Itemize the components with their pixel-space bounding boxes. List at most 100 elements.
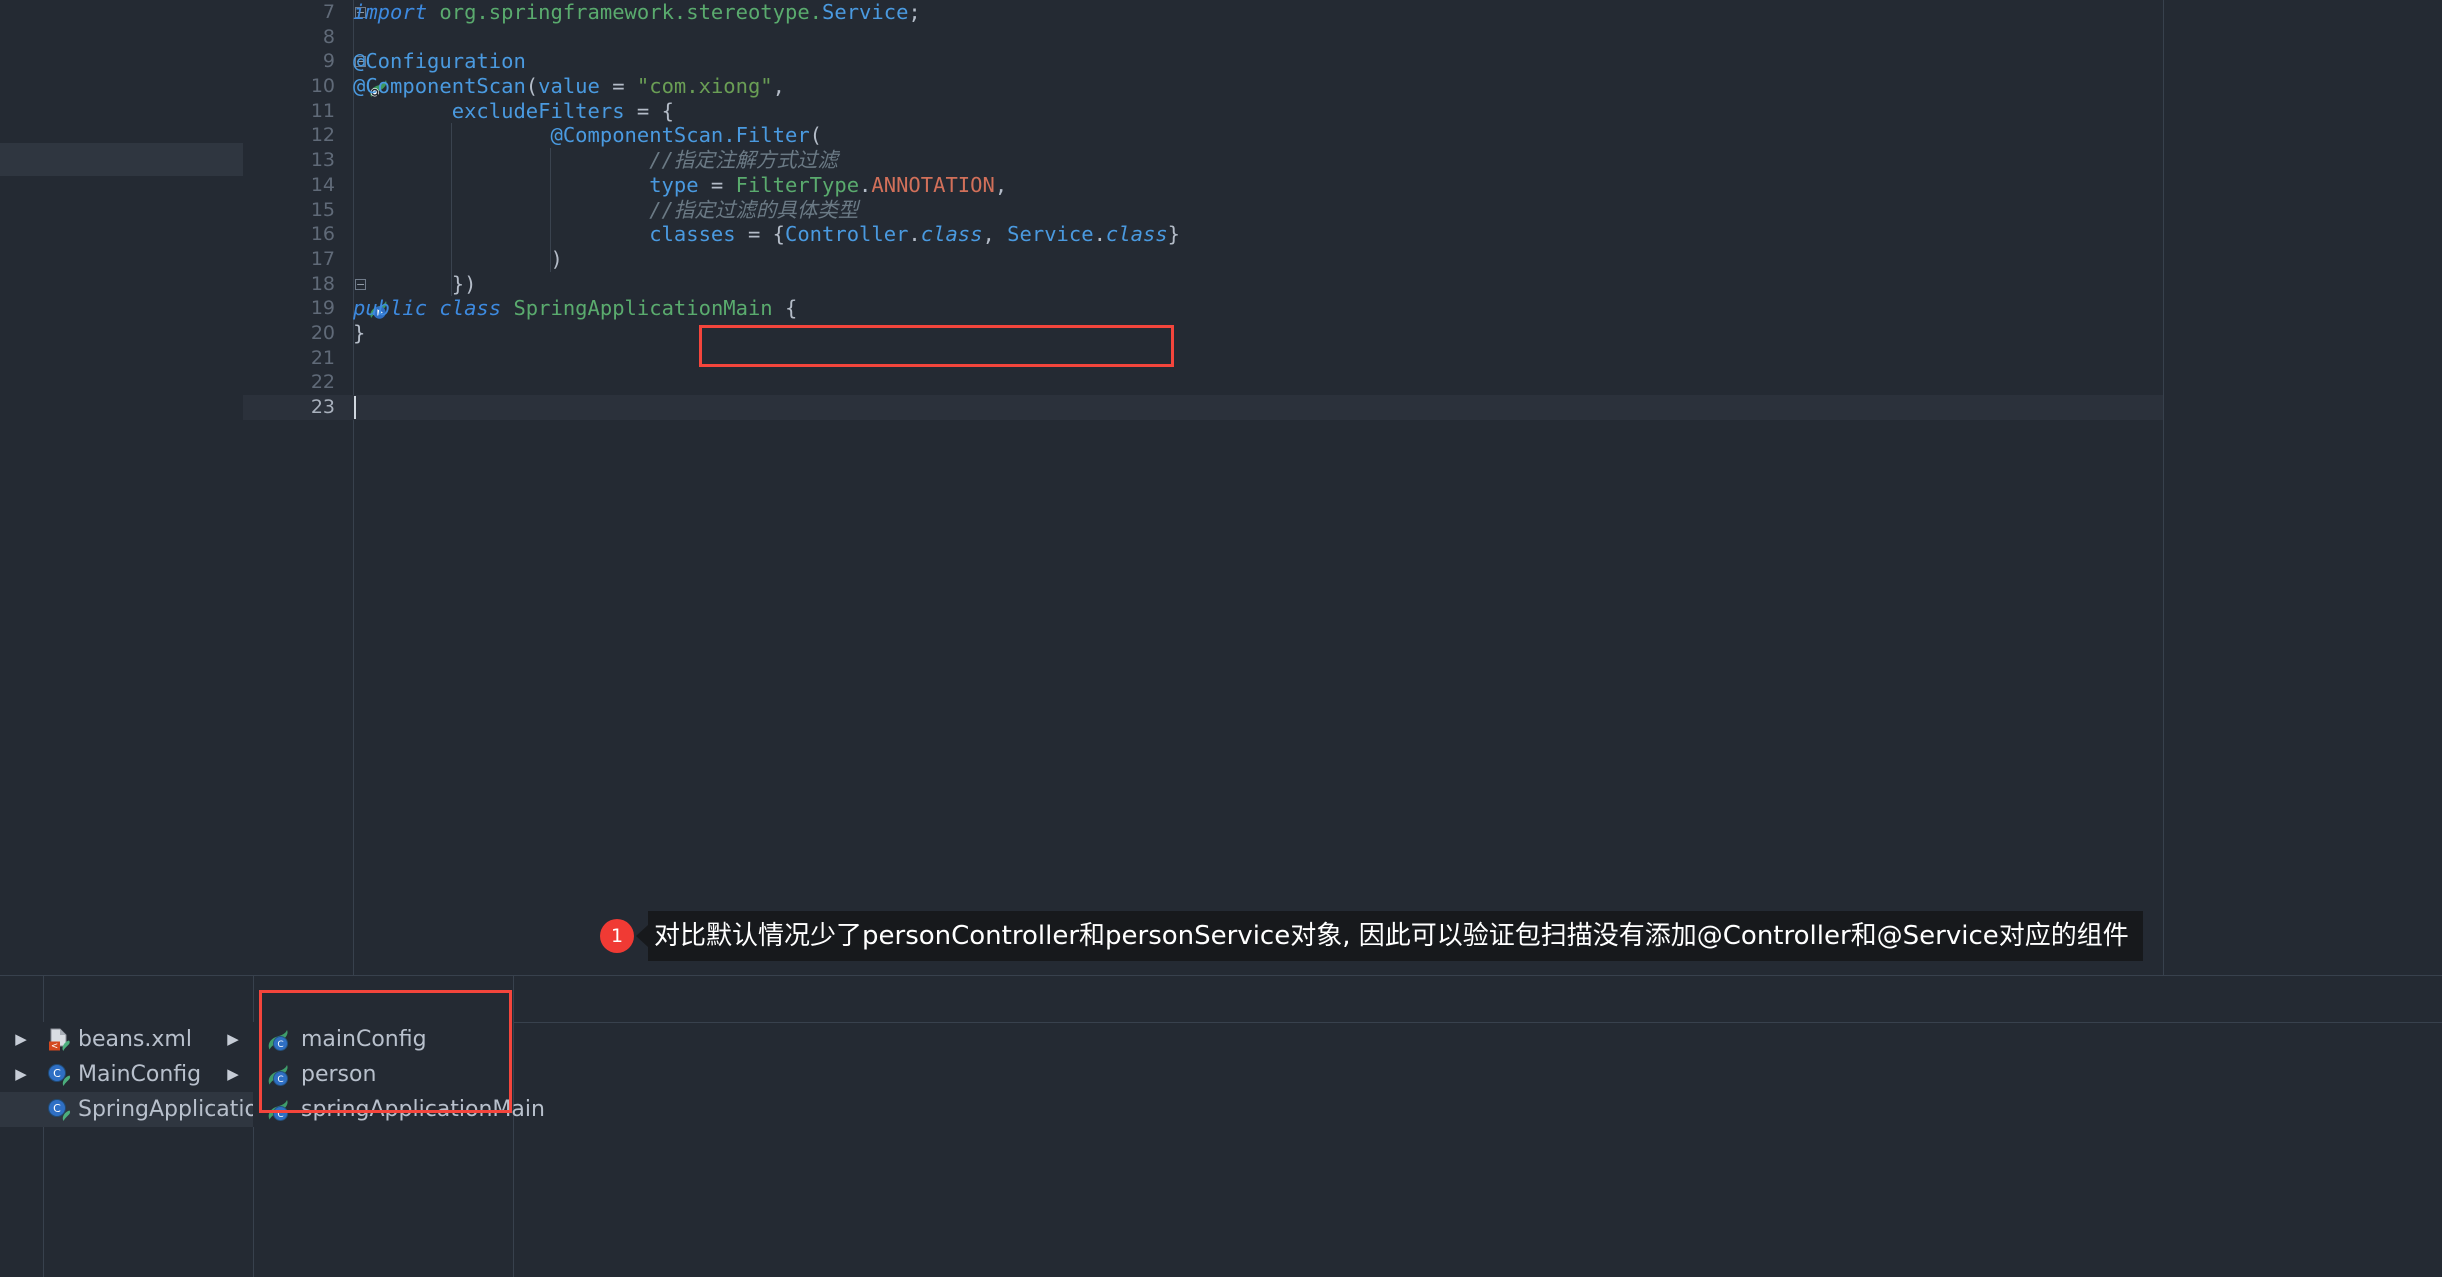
code-token: }): [452, 272, 477, 296]
code-line-18[interactable]: }): [353, 272, 2163, 297]
code-token: import: [353, 0, 439, 24]
expand-toggle-icon[interactable]: ▶: [0, 1022, 42, 1057]
svg-text:C: C: [277, 1110, 283, 1120]
line-number: 15: [265, 198, 335, 223]
code-line-10[interactable]: @ComponentScan(value = "com.xiong",: [353, 74, 2163, 99]
code-token: type: [649, 173, 698, 197]
gutter-line-19[interactable]: 19: [243, 296, 353, 321]
code-editor[interactable]: 7−89−101112131415161718−1920212223 impor…: [243, 0, 2163, 975]
code-token: }: [1168, 222, 1180, 246]
code-token: class: [1106, 222, 1168, 246]
spring-bean-icon: C: [261, 1027, 295, 1053]
panel-top-divider: [0, 975, 2442, 976]
editor-code-area[interactable]: import org.springframework.stereotype.Se…: [353, 0, 2163, 975]
code-line-22[interactable]: [353, 370, 2163, 395]
code-token: = {: [625, 99, 674, 123]
line-number: 17: [265, 247, 335, 272]
bean-list-column[interactable]: CmainConfigCpersonCspringApplicationMain: [253, 1022, 513, 1127]
gutter-line-8[interactable]: 8: [243, 25, 353, 50]
chevron-right-icon[interactable]: ▶: [213, 1057, 253, 1092]
editor-gutter[interactable]: 7−89−101112131415161718−1920212223: [243, 0, 353, 975]
gutter-line-13[interactable]: 13: [243, 148, 353, 173]
gutter-line-20[interactable]: 20: [243, 321, 353, 346]
indent-guide: [451, 173, 452, 198]
gutter-line-9[interactable]: 9−: [243, 49, 353, 74]
code-line-9[interactable]: @Configuration: [353, 49, 2163, 74]
code-token: =: [699, 173, 736, 197]
code-token: value: [538, 74, 600, 98]
code-line-17[interactable]: ): [353, 247, 2163, 272]
code-text: import org.springframework.stereotype.Se…: [353, 0, 921, 24]
left-tool-panel[interactable]: [0, 0, 243, 975]
indent-guide: [451, 222, 452, 247]
code-token: (: [810, 123, 822, 147]
code-line-12[interactable]: @ComponentScan.Filter(: [353, 123, 2163, 148]
gutter-line-14[interactable]: 14: [243, 173, 353, 198]
bean-item-person[interactable]: Cperson: [253, 1057, 513, 1092]
gutter-line-15[interactable]: 15: [243, 198, 353, 223]
gutter-line-10[interactable]: 10: [243, 74, 353, 99]
code-token: org.springframework.stereotype.: [439, 0, 822, 24]
line-number: 7: [265, 0, 335, 25]
code-token: SpringApplicationMain: [513, 296, 772, 320]
spring-bean-icon: C: [261, 1097, 295, 1123]
code-token: FilterType: [736, 173, 859, 197]
code-token: .: [908, 222, 920, 246]
gutter-line-23[interactable]: 23: [243, 395, 353, 420]
code-line-8[interactable]: [353, 25, 2163, 50]
tree-item-label: beans.xml: [76, 1022, 213, 1057]
code-token: (: [526, 74, 538, 98]
code-line-23[interactable]: [353, 395, 2163, 420]
gutter-line-7[interactable]: 7−: [243, 0, 353, 25]
code-token: //指定注解方式过滤: [649, 148, 838, 172]
gutter-line-22[interactable]: 22: [243, 370, 353, 395]
tree-item-springapplicationmain[interactable]: CSpringApplicationMain▶: [0, 1092, 253, 1127]
annotation-text: 对比默认情况少了personController和personService对象…: [648, 911, 2143, 961]
svg-text:C: C: [53, 1102, 61, 1115]
line-number: 19: [265, 296, 335, 321]
code-token: Controller: [785, 222, 908, 246]
code-token: public: [353, 296, 439, 320]
code-token: "com.xiong": [637, 74, 773, 98]
gutter-line-17[interactable]: 17: [243, 247, 353, 272]
annotation-badge: 1: [600, 919, 634, 953]
code-line-19[interactable]: public class SpringApplicationMain {: [353, 296, 2163, 321]
indent-guide: [451, 148, 452, 173]
code-line-16[interactable]: classes = {Controller.class, Service.cla…: [353, 222, 2163, 247]
ide-window: 7−89−101112131415161718−1920212223 impor…: [0, 0, 2442, 1277]
gutter-line-11[interactable]: 11: [243, 99, 353, 124]
code-line-15[interactable]: //指定过滤的具体类型: [353, 198, 2163, 223]
line-number: 12: [265, 123, 335, 148]
code-token: {: [773, 222, 785, 246]
left-panel-selected-row[interactable]: [0, 143, 243, 176]
code-text: }: [353, 321, 365, 345]
xml-spring-file-icon: <: [42, 1027, 76, 1053]
indent-guide: [451, 123, 452, 148]
code-token: [353, 198, 649, 222]
gutter-line-12[interactable]: 12: [243, 123, 353, 148]
indent-guide: [451, 272, 452, 297]
bean-tree-column[interactable]: ▶<beans.xml▶▶CMainConfig▶CSpringApplicat…: [0, 1022, 253, 1127]
tree-item-beans-xml[interactable]: ▶<beans.xml▶: [0, 1022, 253, 1057]
code-line-7[interactable]: import org.springframework.stereotype.Se…: [353, 0, 2163, 25]
bean-item-mainconfig[interactable]: CmainConfig: [253, 1022, 513, 1057]
code-line-11[interactable]: excludeFilters = {: [353, 99, 2163, 124]
code-token: ): [550, 247, 562, 271]
gutter-line-18[interactable]: 18−: [243, 272, 353, 297]
gutter-line-21[interactable]: 21: [243, 346, 353, 371]
expand-toggle-icon[interactable]: ▶: [0, 1057, 42, 1092]
bean-item-springapplicationmain[interactable]: CspringApplicationMain: [253, 1092, 513, 1127]
code-line-14[interactable]: type = FilterType.ANNOTATION,: [353, 173, 2163, 198]
code-token: ,: [995, 173, 1007, 197]
tree-item-mainconfig[interactable]: ▶CMainConfig▶: [0, 1057, 253, 1092]
gutter-line-16[interactable]: 16: [243, 222, 353, 247]
code-line-13[interactable]: //指定注解方式过滤: [353, 148, 2163, 173]
chevron-right-icon[interactable]: ▶: [213, 1022, 253, 1057]
code-line-20[interactable]: }: [353, 321, 2163, 346]
code-token: Service: [822, 0, 908, 24]
code-line-21[interactable]: [353, 346, 2163, 371]
line-number: 21: [265, 346, 335, 371]
indent-guide: [451, 198, 452, 223]
code-token: ;: [908, 0, 920, 24]
tree-item-label: MainConfig: [76, 1057, 213, 1092]
